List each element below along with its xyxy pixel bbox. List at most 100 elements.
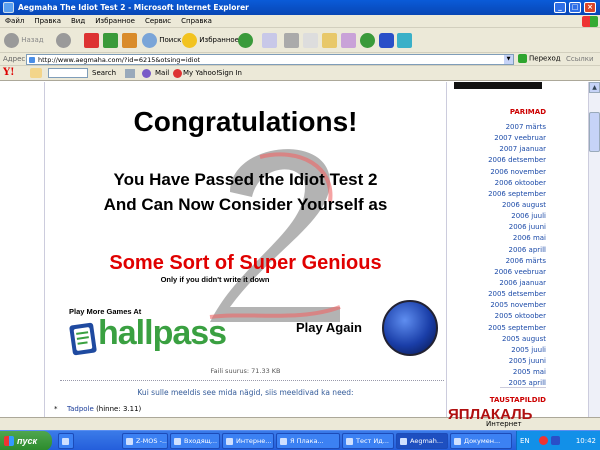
research-icon bbox=[341, 32, 356, 48]
extra-button[interactable] bbox=[397, 32, 412, 48]
task-button[interactable]: Докумен... bbox=[450, 433, 512, 449]
archive-link[interactable]: 2006 juuli bbox=[446, 211, 546, 222]
window-title: Aegmaha The Idiot Test 2 - Microsoft Int… bbox=[18, 3, 249, 12]
archive-link[interactable]: 2006 veebruar bbox=[446, 267, 546, 278]
vertical-scrollbar[interactable]: ▲ ▼ bbox=[588, 82, 600, 430]
refresh-button[interactable] bbox=[103, 32, 118, 48]
task-button[interactable]: Интерне... bbox=[222, 433, 274, 449]
system-tray: EN 10:42 bbox=[516, 431, 600, 450]
archive-link[interactable]: 2006 september bbox=[446, 189, 546, 200]
start-button[interactable]: пуск bbox=[0, 431, 52, 450]
extra-tool-icon bbox=[397, 32, 412, 48]
quick-launch-ie-icon[interactable] bbox=[58, 433, 74, 449]
pencil-icon[interactable] bbox=[30, 68, 42, 78]
task-button-active[interactable]: Aegmah... bbox=[396, 433, 448, 449]
archive-link[interactable]: 2005 juuli bbox=[446, 345, 546, 356]
archive-link[interactable]: 2007 veebruar bbox=[446, 133, 546, 144]
research-button[interactable] bbox=[341, 32, 356, 48]
archive-link[interactable]: 2005 juuni bbox=[446, 356, 546, 367]
back-button[interactable]: Назад bbox=[4, 32, 44, 48]
forward-arrow-icon bbox=[56, 32, 71, 48]
forward-button[interactable] bbox=[56, 32, 71, 48]
favorites-label: Избранное bbox=[199, 36, 239, 44]
tray-network-icon[interactable] bbox=[551, 436, 560, 445]
menu-help[interactable]: Справка bbox=[176, 15, 217, 25]
sign-in-link[interactable]: Sign In bbox=[218, 69, 242, 77]
menu-favorites[interactable]: Избранное bbox=[90, 15, 140, 25]
yahoo-search-button[interactable]: Search bbox=[92, 69, 116, 77]
archive-link[interactable]: 2005 september bbox=[446, 323, 546, 334]
print-button[interactable] bbox=[284, 32, 299, 48]
clock: 10:42 bbox=[575, 437, 596, 445]
toolbar: Назад Поиск Избранное bbox=[0, 28, 600, 53]
maximize-button[interactable]: □ bbox=[569, 2, 581, 13]
stop-button[interactable] bbox=[84, 32, 99, 48]
tray-app-icon[interactable] bbox=[539, 436, 548, 445]
home-button[interactable] bbox=[122, 32, 137, 48]
related-game-link[interactable]: Tadpole bbox=[67, 405, 94, 413]
archive-list: 2007 märts 2007 veebruar 2007 jaanuar 2006 … bbox=[446, 122, 546, 389]
history-button[interactable] bbox=[238, 32, 253, 48]
print-icon bbox=[284, 32, 299, 48]
sidebar-divider bbox=[500, 387, 546, 388]
edit-button[interactable] bbox=[303, 32, 318, 48]
scroll-up-icon[interactable]: ▲ bbox=[589, 82, 600, 93]
hallpass-text: hallpass bbox=[98, 314, 227, 352]
bluetooth-button[interactable] bbox=[379, 32, 394, 48]
archive-link[interactable]: 2005 detsember bbox=[446, 289, 546, 300]
archive-link[interactable]: 2005 mai bbox=[446, 367, 546, 378]
archive-link[interactable]: 2006 detsember bbox=[446, 155, 546, 166]
windows-logo-icon bbox=[582, 16, 598, 27]
play-again-button[interactable] bbox=[382, 300, 438, 356]
sidebar-heading-wallpapers: TAUSTAPILDID bbox=[489, 396, 546, 404]
task-button[interactable]: Входящ... bbox=[170, 433, 220, 449]
archive-link[interactable]: 2007 jaanuar bbox=[446, 144, 546, 155]
archive-link[interactable]: 2006 aprill bbox=[446, 245, 547, 256]
archive-link[interactable]: 2006 märts bbox=[446, 256, 546, 267]
menu-tools[interactable]: Сервис bbox=[140, 15, 176, 25]
file-size: Faili suurus: 71.33 KB bbox=[210, 367, 281, 375]
archive-link[interactable]: 2005 august bbox=[446, 334, 546, 345]
bluetooth-icon bbox=[379, 32, 394, 48]
archive-link[interactable]: 2006 juuni bbox=[446, 222, 546, 233]
archive-link[interactable]: 2006 oktoober bbox=[446, 178, 546, 189]
go-button[interactable]: Переход bbox=[518, 54, 561, 63]
address-input[interactable]: http://www.aegmaha.com/?id=6215&otsing=i… bbox=[26, 54, 514, 65]
archive-link[interactable]: 2006 mai bbox=[446, 233, 546, 244]
archive-link[interactable]: 2006 jaanuar bbox=[446, 278, 546, 289]
search-label: Поиск bbox=[159, 36, 182, 44]
favorites-button[interactable]: Избранное bbox=[182, 32, 239, 48]
links-button[interactable]: Ссылки bbox=[566, 55, 594, 63]
my-yahoo-link[interactable]: My Yahoo! bbox=[183, 69, 219, 77]
yahoo-search-input[interactable] bbox=[48, 68, 88, 78]
menu-edit[interactable]: Правка bbox=[29, 15, 66, 25]
archive-link[interactable]: 2007 märts bbox=[446, 122, 546, 133]
messenger-button[interactable] bbox=[360, 32, 375, 48]
minimize-button[interactable]: _ bbox=[554, 2, 566, 13]
yahoo-tool-icon[interactable] bbox=[125, 69, 135, 78]
address-dropdown-icon[interactable]: ▼ bbox=[504, 55, 513, 64]
search-button[interactable]: Поиск bbox=[142, 32, 181, 48]
archive-link[interactable]: 2005 november bbox=[446, 300, 546, 311]
my-yahoo-icon bbox=[173, 69, 182, 78]
yahoo-logo[interactable]: Y! bbox=[3, 67, 15, 78]
task-button[interactable]: Я Плака... bbox=[276, 433, 340, 449]
archive-link[interactable]: 2005 oktoober bbox=[446, 311, 546, 322]
address-label: Адрес: bbox=[3, 55, 28, 63]
hallpass-link[interactable]: hallpass bbox=[98, 314, 227, 353]
archive-link[interactable]: 2006 november bbox=[446, 167, 546, 178]
task-button[interactable]: Z-MOS -... bbox=[122, 433, 168, 449]
yahoo-mail-link[interactable]: Mail bbox=[155, 69, 169, 77]
menu-bar: Файл Правка Вид Избранное Сервис Справка bbox=[0, 15, 600, 28]
language-indicator[interactable]: EN bbox=[520, 437, 530, 445]
mail-button[interactable] bbox=[262, 32, 277, 48]
list-item: Tadpole (hinne: 3.11) bbox=[67, 405, 141, 413]
related-heading: Kui sulle meeldis see mida nägid, siis m… bbox=[137, 388, 354, 397]
archive-link[interactable]: 2006 august bbox=[446, 200, 546, 211]
scroll-thumb[interactable] bbox=[589, 112, 600, 152]
close-button[interactable]: × bbox=[584, 2, 596, 13]
task-button[interactable]: Тест Ид... bbox=[342, 433, 394, 449]
menu-view[interactable]: Вид bbox=[66, 15, 90, 25]
discuss-button[interactable] bbox=[322, 32, 337, 48]
menu-file[interactable]: Файл bbox=[0, 15, 29, 25]
